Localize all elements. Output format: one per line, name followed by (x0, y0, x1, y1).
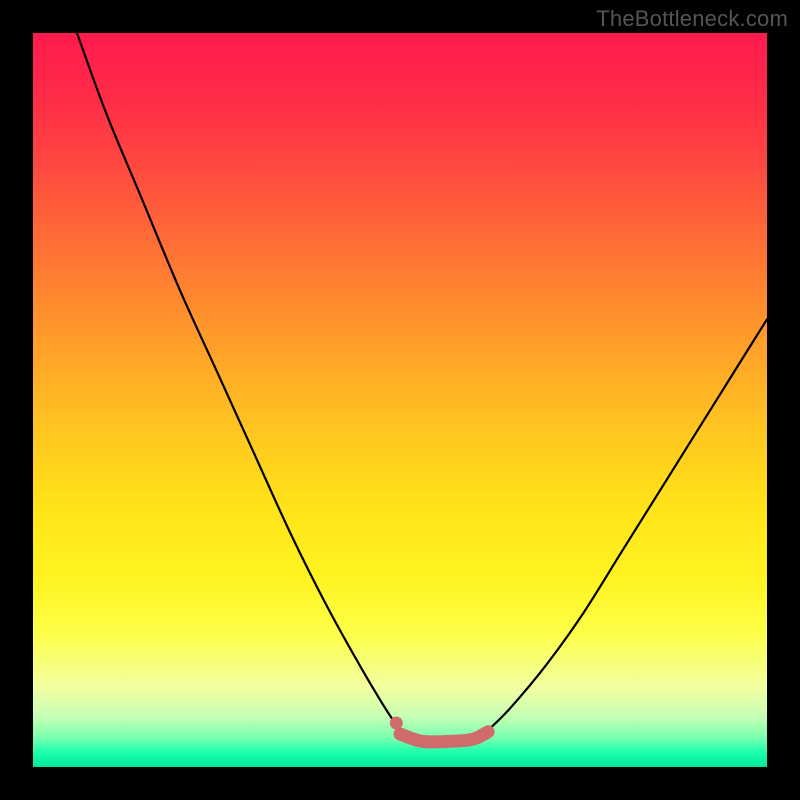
marker-layer (390, 717, 488, 742)
marker-dot (390, 717, 403, 730)
curve-layer (77, 33, 767, 730)
chart-frame: TheBottleneck.com (0, 0, 800, 800)
plot-area (33, 33, 767, 767)
marker-band-path (400, 732, 488, 742)
right-curve-path (488, 319, 767, 730)
chart-svg (33, 33, 767, 767)
left-curve-path (77, 33, 400, 730)
watermark-text: TheBottleneck.com (596, 6, 788, 32)
